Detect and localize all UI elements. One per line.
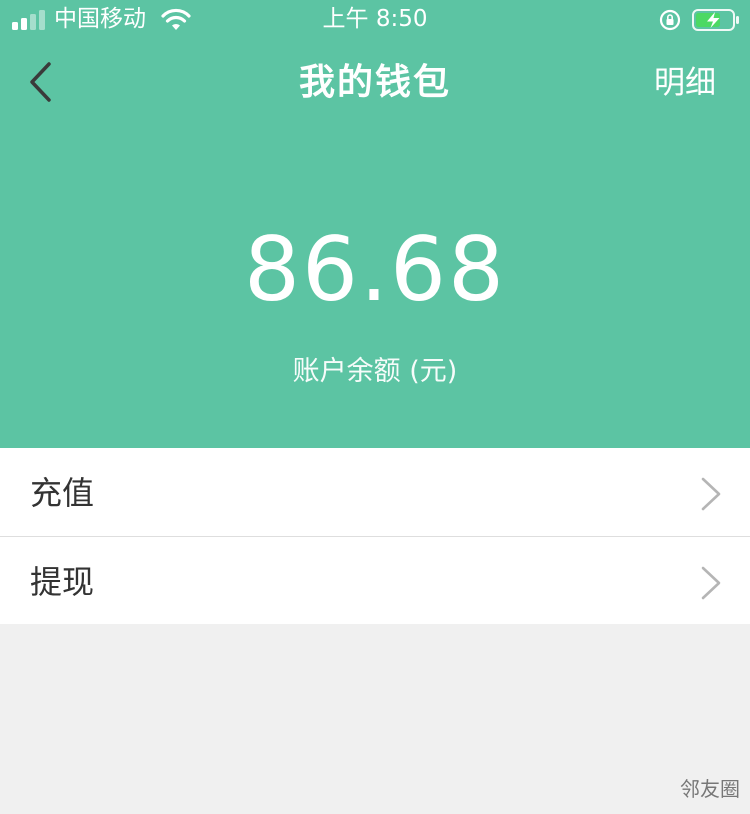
chevron-right-icon [701, 566, 721, 600]
detail-button[interactable]: 明细 [654, 62, 716, 104]
status-time: 上午 8:50 [322, 6, 428, 32]
watermark-text: 邻友圈 [680, 777, 740, 801]
rotation-lock-icon [659, 9, 681, 31]
wallet-header: 中国移动 上午 8:50 我的钱包 明细 86.68 账户余额 (元) [0, 0, 750, 448]
balance-label: 账户余额 (元) [292, 356, 458, 387]
menu-item-label: 充值 [30, 474, 95, 512]
wallet-menu-list: 充值 提现 [0, 448, 750, 624]
menu-item-label: 提现 [30, 563, 95, 601]
menu-item-recharge[interactable]: 充值 [0, 448, 750, 536]
status-bar: 中国移动 上午 8:50 [0, 0, 750, 40]
wallet-page: 中国移动 上午 8:50 我的钱包 明细 86.68 账户余额 (元) 充值 提… [0, 0, 750, 814]
balance-amount: 86.68 [244, 218, 506, 321]
menu-item-withdraw[interactable]: 提现 [0, 536, 750, 624]
page-title: 我的钱包 [298, 62, 451, 103]
chevron-right-icon [701, 477, 721, 511]
battery-charging-icon [692, 9, 739, 31]
